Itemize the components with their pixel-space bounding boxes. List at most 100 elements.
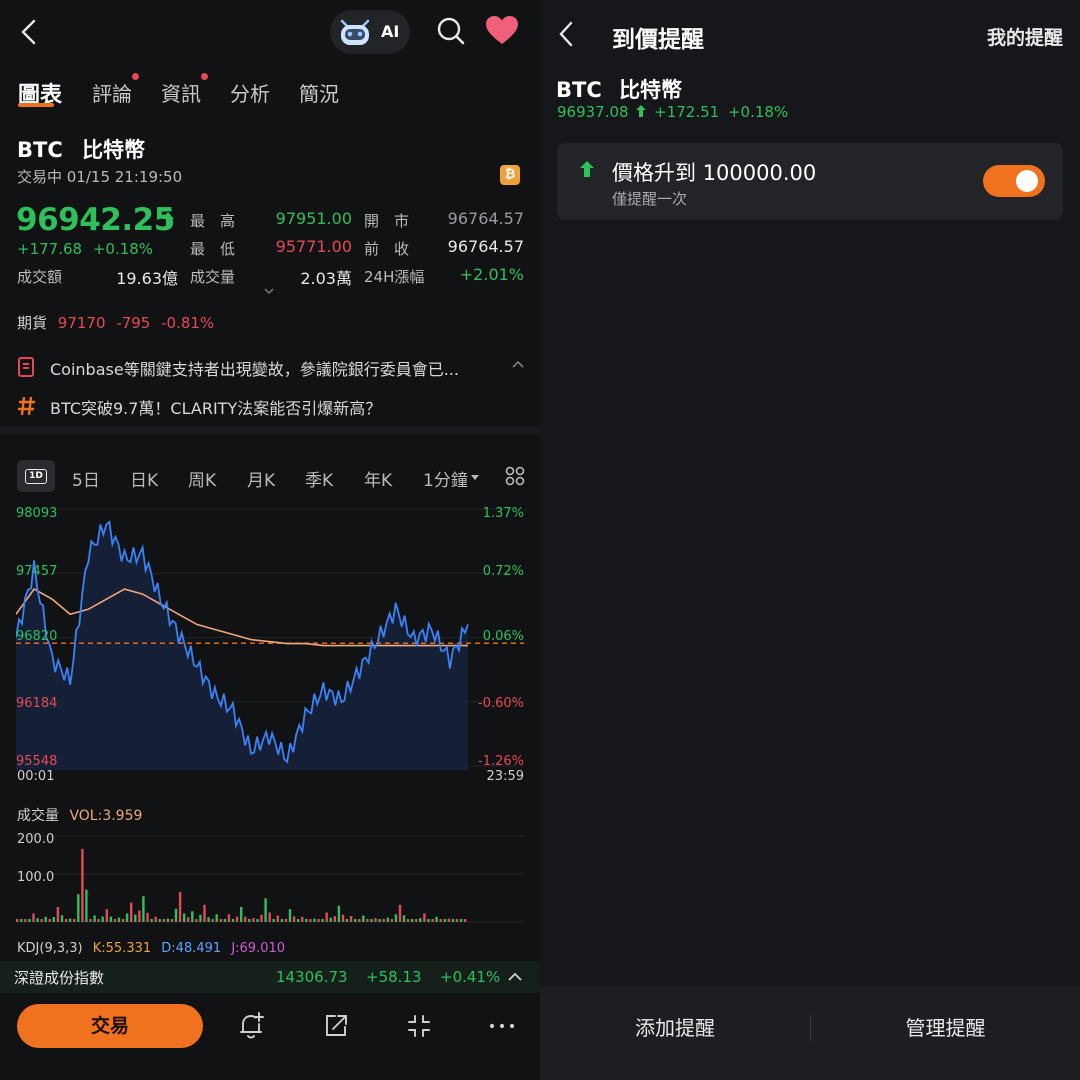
volume-bar (235, 916, 239, 922)
volume-bar (431, 919, 434, 922)
alert-footer: 添加提醒 管理提醒 (540, 986, 1080, 1080)
volume-bar (146, 912, 149, 922)
share-button[interactable] (323, 1013, 349, 1043)
y-right-tick-1: 0.72% (482, 564, 524, 579)
period-tab-6[interactable]: 年K (364, 466, 392, 491)
asset-symbol: BTC (17, 138, 63, 162)
period-tab-3[interactable]: 周K (188, 466, 216, 491)
alert-card[interactable]: 價格升到 100000.00 僅提醒一次 (557, 143, 1063, 220)
volume-bar (64, 919, 68, 922)
volume-bar (211, 918, 214, 922)
volume-bar (313, 918, 316, 922)
volume-bar (178, 891, 182, 922)
robot-icon (340, 19, 370, 45)
search-button[interactable] (436, 16, 466, 50)
volume-bar (85, 889, 88, 922)
volume-bar (447, 918, 450, 922)
period-tab-7[interactable]: 1分鐘 (423, 466, 468, 491)
period-tab-2[interactable]: 日K (130, 466, 158, 491)
volume-bar (195, 919, 198, 922)
y-left-tick-0: 98093 (16, 506, 58, 521)
alert-condition: 價格升到 100000.00 (612, 161, 817, 185)
volume-bar (256, 919, 259, 922)
trading-status: 交易中 01/15 21:19:50 (17, 168, 183, 186)
tab-4[interactable]: 簡況 (299, 78, 339, 107)
alert-back-button[interactable] (556, 20, 578, 52)
trade-button[interactable]: 交易 (17, 1004, 203, 1048)
price-alert-button[interactable] (239, 1012, 265, 1044)
tab-2[interactable]: 資訊 (161, 78, 201, 107)
volume-bar (329, 917, 332, 922)
volume-tick-200: 200.0 (17, 832, 55, 847)
index-ticker-bar[interactable]: 深證成份指數 14306.73 +58.13 +0.41% (0, 961, 540, 993)
volume-bar (97, 919, 100, 922)
volume-bar (402, 915, 406, 922)
y-right-tick-2: 0.06% (482, 629, 524, 644)
volume-bar (142, 896, 145, 922)
volume-bar (345, 919, 349, 922)
news-item[interactable]: Coinbase等關鍵支持者出現變故，參議院銀行委員會已... (17, 354, 527, 380)
volume-bar (89, 919, 92, 922)
more-icon (489, 1023, 515, 1029)
period-tab-5[interactable]: 季K (305, 466, 333, 491)
futures-change: -795 (116, 314, 151, 332)
topic-item[interactable]: BTC突破9.7萬！CLARITY法案能否引爆新高？ (17, 393, 527, 419)
volume-bar (24, 919, 27, 922)
x-start-label: 00:01 (17, 769, 55, 784)
my-alerts-link[interactable]: 我的提醒 (987, 23, 1063, 50)
volume-bar (435, 916, 438, 922)
collapse-button[interactable] (406, 1013, 432, 1043)
kdj-label: KDJ(9,3,3) (17, 941, 83, 956)
period-tab-1[interactable]: 5日 (72, 466, 100, 491)
volume-bar (248, 919, 251, 922)
current-price: 96942.25 (16, 202, 175, 238)
more-button[interactable] (489, 1013, 515, 1043)
volume-bar (374, 918, 377, 922)
bitcoin-icon: ₿ (500, 165, 520, 185)
alert-asset-symbol: BTC (556, 78, 602, 102)
alert-asset-title: BTC 比特幣 (556, 74, 682, 104)
hashtag-icon (18, 396, 35, 416)
kdj-j: J:69.010 (231, 941, 286, 956)
futures-pct: -0.81% (161, 314, 215, 332)
volume-label: 成交量 (190, 268, 236, 286)
volume-bar (174, 908, 178, 922)
volume-bar (223, 919, 227, 922)
volume-bar (187, 917, 190, 922)
volume-bar (199, 914, 202, 922)
tab-3[interactable]: 分析 (230, 78, 270, 107)
alert-toggle[interactable] (983, 165, 1045, 197)
chart-settings-button[interactable] (505, 466, 525, 490)
volume-bar (162, 919, 165, 922)
volume-bar (73, 919, 76, 922)
volume-bar (81, 848, 84, 922)
volume-bar (443, 919, 446, 922)
volume-bar (288, 909, 292, 922)
volume-bar (394, 914, 398, 922)
period-tab-4[interactable]: 月K (247, 466, 275, 491)
search-icon (437, 17, 465, 45)
back-button[interactable] (18, 18, 42, 46)
add-alert-button[interactable]: 添加提醒 (540, 1012, 810, 1041)
volume-bar (305, 919, 308, 922)
bell-plus-icon (240, 1012, 264, 1039)
volume-bar (134, 914, 137, 922)
volume-bar (68, 918, 72, 922)
volume-bar (101, 916, 104, 922)
manage-alerts-button[interactable]: 管理提醒 (811, 1012, 1080, 1041)
price-chart[interactable] (16, 505, 524, 770)
news-text: Coinbase等關鍵支持者出現變故，參議院銀行委員會已... (50, 360, 459, 379)
volume-bar (321, 918, 324, 922)
collapse-news-icon[interactable] (511, 360, 525, 370)
asset-title: BTC 比特幣 (17, 134, 145, 164)
y-right-tick-3: -0.60% (478, 696, 524, 711)
favorite-button[interactable] (485, 16, 519, 50)
toggle-knob (1016, 170, 1038, 192)
tab-1[interactable]: 評論 (92, 78, 132, 107)
volume-bar (166, 918, 170, 922)
volume-chart[interactable] (16, 828, 524, 924)
low-value: 95771.00 (275, 237, 352, 256)
high-value: 97951.00 (275, 209, 352, 228)
expand-stats-icon[interactable] (263, 286, 275, 296)
ai-button[interactable]: AI (330, 10, 410, 54)
